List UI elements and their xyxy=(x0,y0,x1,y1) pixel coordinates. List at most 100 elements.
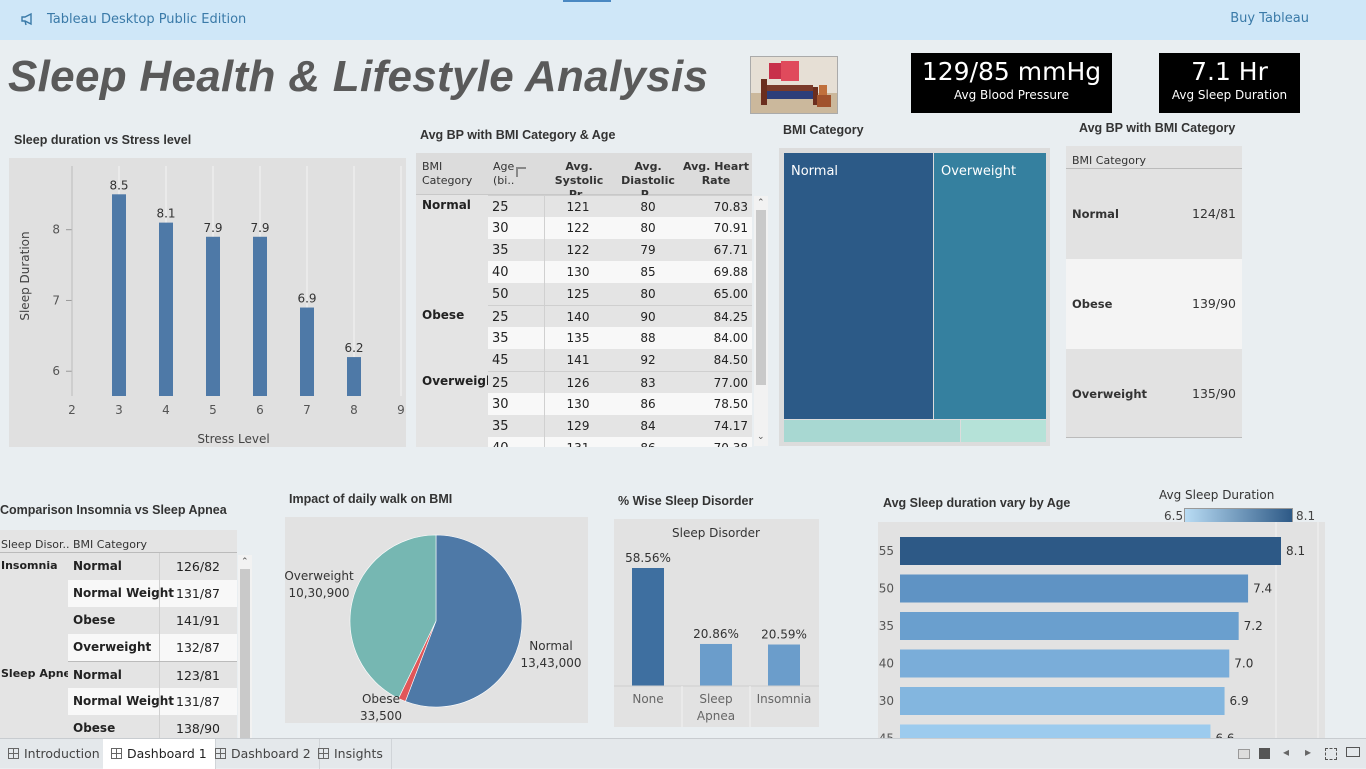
dashboard-icon xyxy=(215,748,226,759)
column-divider xyxy=(544,196,545,218)
age-label: 35 xyxy=(879,619,894,633)
bar[interactable] xyxy=(900,612,1239,640)
insomnia-table-row: Obese 138/90 xyxy=(68,715,237,738)
bar[interactable] xyxy=(632,568,664,686)
age-chart-panel: 558.1507.4357.2407.0306.9456.6 xyxy=(878,522,1325,753)
stress-chart-title: Sleep duration vs Stress level xyxy=(14,133,192,147)
systolic-cell: 122 xyxy=(566,221,590,235)
bp-table-title: Avg BP with BMI Category & Age xyxy=(420,128,616,142)
tab-label: Dashboard 2 xyxy=(231,746,311,761)
kpi-label: Avg Blood Pressure xyxy=(954,88,1069,102)
bar[interactable] xyxy=(900,537,1281,565)
slice-value: 13,43,000 xyxy=(520,656,581,670)
bp-bmi-value: 139/90 xyxy=(1192,296,1236,311)
age-label: 55 xyxy=(879,544,894,558)
slice-name: Obese xyxy=(362,692,400,706)
bar[interactable] xyxy=(112,194,126,396)
column-divider xyxy=(544,415,545,437)
dashboard-title: Sleep Health & Lifestyle Analysis xyxy=(8,52,709,101)
treemap-normal-weight[interactable] xyxy=(961,420,1046,442)
insomnia-table-row: Normal 123/81 xyxy=(68,661,237,689)
scroll-thumb[interactable] xyxy=(756,210,766,385)
filmstrip-icon[interactable] xyxy=(1259,748,1270,759)
age-label: 50 xyxy=(879,582,894,596)
age-chart-title: Avg Sleep duration vary by Age xyxy=(883,496,1071,510)
insomnia-table-scrollbar[interactable]: ⌃ xyxy=(238,555,252,738)
treemap-overweight[interactable]: Overweight xyxy=(934,153,1046,419)
bar-label: 8.1 xyxy=(1286,544,1305,558)
x-tick-label: 4 xyxy=(162,403,170,417)
tab-dashboard-2[interactable]: Dashboard 2 xyxy=(207,739,320,769)
insomnia-table-row: Normal 126/82 xyxy=(68,553,237,580)
column-divider xyxy=(544,217,545,239)
bar[interactable] xyxy=(300,307,314,396)
bmi-category-cell: Obese xyxy=(73,613,116,627)
heart-rate-cell: 70.38 xyxy=(684,441,748,447)
diastolic-cell: 80 xyxy=(640,221,656,235)
x-tick-label: 3 xyxy=(115,403,123,417)
stress-chart-panel: 2 3 4 5 6 7 8 9 6 7 8 8.5 8.1 7.9 7.9 6.9 6.2 Stress Leve… xyxy=(9,158,406,447)
diastolic-cell: 92 xyxy=(640,353,656,367)
systolic-cell: 126 xyxy=(566,376,590,390)
bar[interactable] xyxy=(347,357,361,396)
systolic-cell: 131 xyxy=(546,441,610,447)
heart-rate-cell: 65.00 xyxy=(713,287,748,301)
treemap-obese[interactable] xyxy=(784,420,960,442)
age-cell: 50 xyxy=(492,287,509,302)
tab-insights[interactable]: Insights xyxy=(310,739,392,769)
presentation-icon[interactable] xyxy=(1346,747,1360,757)
bp-category-label: Normal xyxy=(422,198,471,212)
x-tick-label: 8 xyxy=(350,403,358,417)
systolic-cell: 129 xyxy=(566,419,590,433)
fullscreen-icon[interactable] xyxy=(1325,748,1337,760)
scroll-down-icon[interactable]: ⌄ xyxy=(757,432,765,442)
scroll-thumb[interactable] xyxy=(240,569,250,738)
bar[interactable] xyxy=(700,643,732,686)
bp-bmi-title: Avg BP with BMI Category xyxy=(1079,121,1236,135)
column-divider xyxy=(544,372,545,394)
bar[interactable] xyxy=(900,574,1249,603)
bar[interactable] xyxy=(900,724,1211,753)
slice-value: 10,30,900 xyxy=(288,586,349,600)
scroll-up-icon[interactable]: ⌃ xyxy=(757,198,765,208)
prev-sheet-icon[interactable]: ◂ xyxy=(1283,745,1289,759)
column-divider xyxy=(159,607,160,634)
bp-value-cell: 123/81 xyxy=(176,668,220,683)
disorder-chart-panel: Sleep Disorder 58.56% None 20.86% Sleep Apnea… xyxy=(614,519,819,727)
diastolic-cell: 79 xyxy=(640,243,656,257)
bar[interactable] xyxy=(253,236,267,396)
sort-icon[interactable] xyxy=(516,167,526,177)
bp-table-row: 30 122 80 70.91 xyxy=(488,217,752,239)
bp-table-scrollbar[interactable]: ⌃ ⌄ xyxy=(754,196,768,446)
bp-bmi-value: 135/90 xyxy=(1192,386,1236,401)
bp-bmi-row: Overweight 135/90 xyxy=(1066,349,1242,438)
column-divider xyxy=(159,688,160,715)
bar[interactable] xyxy=(768,644,800,686)
bp-bmi-header: BMI Category xyxy=(1072,154,1147,167)
bar-label: 8.5 xyxy=(109,178,128,192)
scroll-up-icon[interactable]: ⌃ xyxy=(241,557,249,567)
kpi-value: 7.1 Hr xyxy=(1191,57,1268,86)
x-tick-label: 5 xyxy=(209,403,217,417)
tab-introduction[interactable]: Introduction xyxy=(0,739,109,769)
tab-dashboard-1[interactable]: Dashboard 1 xyxy=(103,739,216,769)
sheet-sorter-icon[interactable] xyxy=(1238,749,1250,759)
header-bmi-category: BMI Category xyxy=(422,160,473,187)
next-sheet-icon[interactable]: ▸ xyxy=(1305,745,1311,759)
header-heart-rate: Avg. Heart Rate xyxy=(683,160,749,187)
bar[interactable] xyxy=(900,649,1230,678)
age-label: 40 xyxy=(879,657,894,671)
column-divider xyxy=(544,349,545,371)
systolic-cell: 122 xyxy=(566,243,590,257)
bmi-category-cell: Obese xyxy=(73,721,116,735)
age-cell: 35 xyxy=(492,243,509,258)
y-tick-label: 7 xyxy=(52,293,60,307)
age-cell: 30 xyxy=(492,221,509,236)
buy-tableau-link[interactable]: Buy Tableau xyxy=(1230,11,1309,26)
bar[interactable] xyxy=(206,236,220,396)
treemap-normal[interactable]: Normal xyxy=(784,153,933,419)
bar[interactable] xyxy=(900,687,1225,715)
bar[interactable] xyxy=(159,222,173,396)
header-sleep-disorder: Sleep Disor.. xyxy=(1,538,70,551)
bar-label: 58.56% xyxy=(625,551,671,565)
